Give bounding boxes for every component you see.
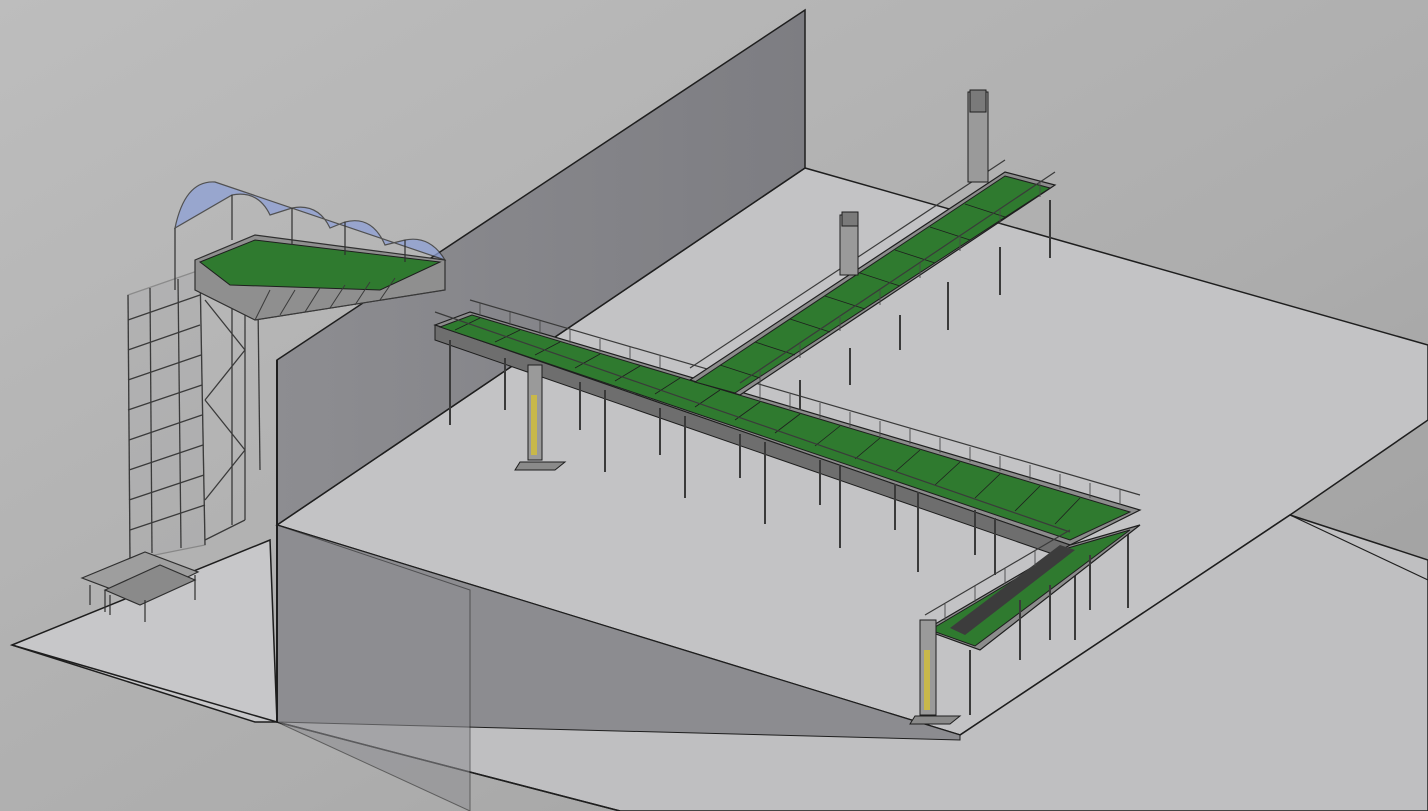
cad-scene (0, 0, 1428, 811)
lift-center (839, 211, 859, 276)
lift-far (967, 89, 989, 183)
